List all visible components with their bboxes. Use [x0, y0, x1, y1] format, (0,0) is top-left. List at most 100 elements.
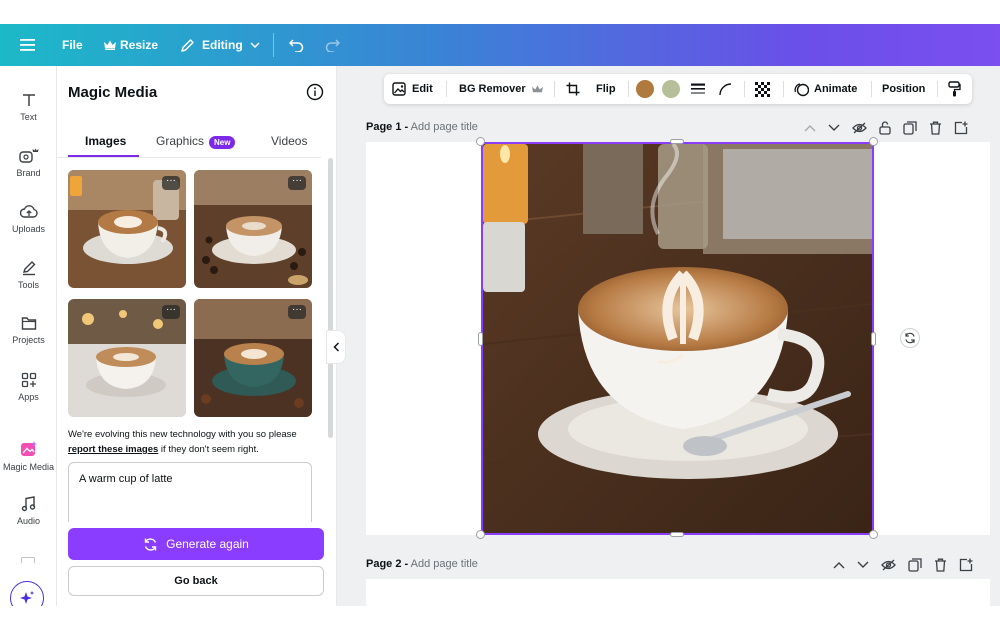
- resize-button[interactable]: Resize: [104, 24, 158, 66]
- rail-item-label: Projects: [12, 335, 45, 345]
- page-2-actions: [821, 558, 973, 572]
- collapse-panel-button[interactable]: [326, 330, 346, 364]
- latte-photo: [483, 144, 872, 533]
- active-tab-indicator: [68, 155, 139, 157]
- duplicate-page-icon[interactable]: [908, 558, 922, 572]
- resize-handle-right[interactable]: [871, 332, 876, 346]
- panel-scrollbar[interactable]: [328, 158, 333, 438]
- rail-item-uploads[interactable]: Uploads: [0, 194, 57, 250]
- magic-media-panel: Magic Media Images Graphics Videos New ·…: [57, 66, 337, 606]
- undo-button[interactable]: [289, 24, 304, 66]
- chevron-down-icon[interactable]: [857, 561, 869, 569]
- editing-mode-dropdown[interactable]: Editing: [180, 24, 260, 66]
- file-menu[interactable]: File: [62, 24, 83, 66]
- menu-icon[interactable]: [20, 24, 35, 66]
- rail-item-tools[interactable]: Tools: [0, 250, 57, 306]
- chevron-left-icon: [332, 342, 339, 352]
- chevron-down-icon[interactable]: [828, 124, 840, 132]
- trash-icon[interactable]: [929, 121, 942, 135]
- divider: [628, 81, 629, 97]
- add-page-icon[interactable]: [954, 121, 968, 135]
- resize-handle-left[interactable]: [478, 332, 483, 346]
- rotate-button[interactable]: [900, 328, 920, 348]
- border-style-button[interactable]: [691, 74, 705, 104]
- hide-page-icon[interactable]: [852, 122, 867, 134]
- divider: [554, 81, 555, 97]
- divider: [937, 81, 938, 97]
- more-options-icon[interactable]: ···: [162, 305, 180, 319]
- upload-icon: [19, 205, 38, 218]
- folder-icon: [21, 317, 36, 330]
- generated-image-3[interactable]: ···: [68, 299, 186, 417]
- trash-icon[interactable]: [934, 558, 947, 572]
- animate-button[interactable]: Animate: [794, 74, 857, 104]
- copy-style-button[interactable]: [948, 74, 961, 104]
- generated-image-1[interactable]: ···: [68, 170, 186, 288]
- redo-button[interactable]: [325, 24, 340, 66]
- flip-button[interactable]: Flip: [596, 74, 616, 104]
- tab-images[interactable]: Images: [85, 134, 126, 148]
- border-style-icon: [691, 83, 705, 94]
- page-2-title-input[interactable]: Add page title: [411, 558, 478, 570]
- info-icon[interactable]: [306, 83, 324, 101]
- page-2-canvas[interactable]: [366, 579, 990, 606]
- music-icon: [21, 496, 36, 512]
- prompt-input[interactable]: A warm cup of latte: [68, 462, 312, 522]
- chevron-up-icon[interactable]: [804, 124, 816, 132]
- more-options-icon[interactable]: ···: [162, 176, 180, 190]
- divider: [871, 81, 872, 97]
- divider: [446, 81, 447, 97]
- position-button[interactable]: Position: [882, 74, 925, 104]
- rail-item-text[interactable]: Text: [0, 82, 57, 138]
- text-icon: [22, 94, 35, 106]
- lock-icon[interactable]: [879, 121, 891, 135]
- magic-media-icon: [20, 441, 37, 456]
- tab-graphics[interactable]: Graphics: [156, 134, 204, 148]
- color-swatch-2[interactable]: [662, 80, 680, 98]
- page-1-title-input[interactable]: Add page title: [411, 121, 478, 133]
- edit-label: Edit: [412, 83, 433, 95]
- add-page-icon[interactable]: [959, 558, 973, 572]
- bg-remover-button[interactable]: BG Remover: [459, 74, 543, 104]
- rail-item-audio[interactable]: Audio: [0, 486, 57, 542]
- color-swatch-1[interactable]: [636, 80, 654, 98]
- feedback-notice: We're evolving this new technology with …: [68, 427, 318, 457]
- rail-item-brand[interactable]: Brand: [0, 138, 57, 194]
- rotate-icon: [905, 332, 915, 344]
- more-options-icon[interactable]: ···: [288, 176, 306, 190]
- resize-handle-top-right[interactable]: [869, 137, 878, 146]
- rail-item-magic-media[interactable]: Magic Media: [0, 430, 57, 486]
- rail-item-apps[interactable]: Apps: [0, 362, 57, 418]
- animate-icon: [794, 82, 809, 96]
- resize-handle-bottom[interactable]: [670, 532, 684, 537]
- generated-image-4[interactable]: ···: [194, 299, 312, 417]
- redo-icon: [325, 38, 340, 52]
- rail-item-label: Apps: [18, 392, 39, 402]
- chevron-up-icon[interactable]: [833, 561, 845, 569]
- edit-image-button[interactable]: Edit: [392, 74, 433, 104]
- context-toolbar: Edit BG Remover Flip Animate Position: [384, 74, 972, 104]
- resize-handle-top[interactable]: [670, 139, 684, 144]
- generated-image-2[interactable]: ···: [194, 170, 312, 288]
- resize-handle-bottom-left[interactable]: [476, 530, 485, 539]
- resize-handle-bottom-right[interactable]: [869, 530, 878, 539]
- notice-text: We're evolving this new technology with …: [68, 429, 297, 440]
- tab-videos[interactable]: Videos: [271, 134, 307, 148]
- rail-item-projects[interactable]: Projects: [0, 306, 57, 362]
- left-rail: Text Brand Uploads Tools Projects Apps M…: [0, 66, 57, 606]
- resize-handle-top-left[interactable]: [476, 137, 485, 146]
- crop-button[interactable]: [566, 74, 580, 104]
- transparency-button[interactable]: [755, 74, 770, 104]
- rail-item-label: Brand: [16, 168, 41, 178]
- duplicate-page-icon[interactable]: [903, 121, 917, 135]
- generate-again-button[interactable]: Generate again: [68, 528, 324, 560]
- rail-item-label: Magic Media: [2, 462, 55, 472]
- hide-page-icon[interactable]: [881, 559, 896, 571]
- report-images-link[interactable]: report these images: [68, 444, 158, 455]
- divider: [783, 81, 784, 97]
- corner-rounding-button[interactable]: [719, 74, 732, 104]
- more-options-icon[interactable]: ···: [288, 305, 306, 319]
- go-back-button[interactable]: Go back: [68, 566, 324, 596]
- page-1-header: Page 1 - Add page title: [366, 121, 478, 133]
- selected-latte-image[interactable]: [481, 142, 874, 535]
